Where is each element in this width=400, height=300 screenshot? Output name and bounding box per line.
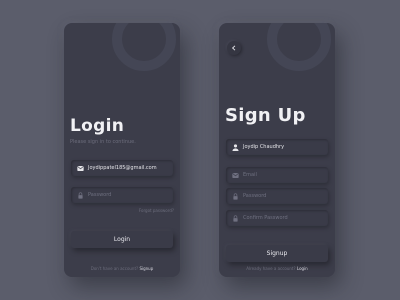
mail-icon <box>232 172 239 179</box>
decorative-blob <box>112 23 176 71</box>
signup-footer: Already have a account? Login <box>219 266 335 271</box>
back-button[interactable] <box>227 41 241 55</box>
signup-title: Sign Up <box>225 105 306 126</box>
lock-icon <box>232 192 239 200</box>
email-field[interactable]: Joydippatel185@gmail.com <box>71 160 173 176</box>
decorative-blob <box>267 23 331 71</box>
password-field[interactable] <box>71 187 173 203</box>
signup-screen: Sign Up Joydip Chaudhry Signup Already h… <box>219 23 335 277</box>
footer-text: Don't have an account? <box>90 266 139 271</box>
name-field[interactable]: Joydip Chaudhry <box>226 139 328 155</box>
confirm-password-input[interactable] <box>243 215 323 221</box>
lock-icon <box>232 214 239 222</box>
lock-icon <box>77 191 84 199</box>
email-value: Joydippatel185@gmail.com <box>88 165 157 171</box>
user-icon <box>232 143 239 151</box>
signup-button[interactable]: Signup <box>226 245 328 262</box>
forgot-password-link[interactable]: Forgot password? <box>139 208 174 213</box>
password-input[interactable] <box>243 193 323 199</box>
password-field[interactable] <box>226 188 328 204</box>
footer-text: Already have a account? <box>246 266 296 271</box>
email-field[interactable] <box>226 167 328 183</box>
signup-link[interactable]: Signup <box>139 266 153 271</box>
login-link[interactable]: Login <box>297 266 308 271</box>
login-subtitle: Please sign in to continue. <box>70 139 136 145</box>
login-footer: Don't have an account? Signup <box>64 266 180 271</box>
login-title: Login <box>70 116 125 136</box>
password-input[interactable] <box>88 192 168 198</box>
chevron-left-icon <box>231 45 236 51</box>
login-button[interactable]: Login <box>71 231 173 248</box>
mail-icon <box>77 165 84 172</box>
name-value: Joydip Chaudhry <box>243 144 285 150</box>
login-screen: Login Please sign in to continue. Joydip… <box>64 23 180 277</box>
confirm-password-field[interactable] <box>226 210 328 226</box>
email-input[interactable] <box>243 172 323 178</box>
